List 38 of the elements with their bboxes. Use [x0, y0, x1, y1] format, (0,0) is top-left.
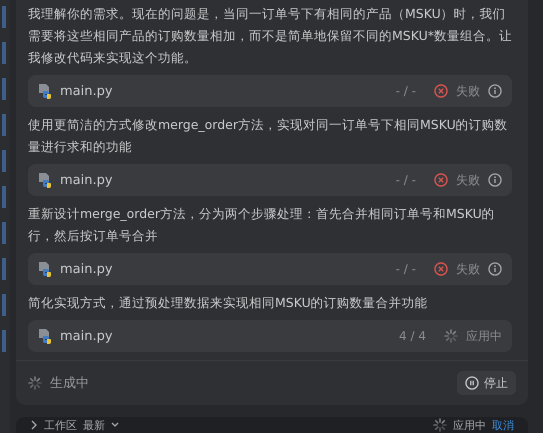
message-text: 使用更简洁的方式修改merge_order方法，实现对同一订单号下相同MSKU的订购数量进行求和的功能 [28, 116, 509, 156]
generating-status: 生成中 [50, 375, 90, 392]
message-text: 简化实现方式，通过预处理数据来实现相同MSKU的订购数量合并功能 [28, 294, 429, 312]
file-name: main.py [60, 328, 114, 344]
file-change-card[interactable]: main.py - / - 失败 [28, 164, 512, 196]
file-change-card[interactable]: main.py - / - 失败 [28, 253, 512, 285]
loading-icon [433, 418, 447, 432]
file-name: main.py [60, 262, 114, 276]
python-file-icon [38, 83, 52, 99]
status-label: 失败 [456, 82, 480, 100]
cancel-link[interactable]: 取消 [492, 418, 514, 432]
chevron-icon[interactable] [30, 420, 38, 430]
info-icon[interactable] [488, 262, 502, 276]
file-change-card[interactable]: main.py 4 / 4 应用中 [28, 320, 512, 352]
version-dropdown[interactable]: 最新 [83, 418, 105, 432]
file-name: main.py [60, 84, 114, 98]
message-text: 我理解你的需求。现在的问题是，当同一订单号下有相同的产品（MSKU）时，我们需要将这些相同产品的订购数量相加，而不是简单地保留不同的MSKU*数量组合。让我修改代码来实现这个功能。 [28, 5, 512, 67]
file-name: main.py [60, 172, 114, 188]
python-file-icon [38, 261, 52, 277]
change-count: - / - [396, 84, 416, 98]
status-label: 失败 [456, 260, 480, 278]
change-count: - / - [396, 173, 416, 187]
status-label: 应用中 [466, 328, 502, 344]
loading-icon [28, 376, 42, 390]
info-icon[interactable] [488, 84, 502, 98]
workspace-title: 工作区 [44, 418, 77, 432]
info-icon[interactable] [488, 173, 502, 187]
file-change-card[interactable]: main.py - / - 失败 [28, 75, 512, 107]
change-count: - / - [396, 262, 416, 276]
status-label: 失败 [456, 172, 480, 188]
workspace-status: 应用中 [453, 418, 486, 432]
python-file-icon [38, 172, 52, 188]
python-file-icon [38, 328, 52, 344]
pause-icon [465, 376, 479, 390]
message-text: 重新设计merge_order方法，分为两个步骤处理：首先合并相同订单号和MSKU的行，然后按订单号合并 [28, 205, 496, 245]
stop-button[interactable]: 停止 [457, 371, 516, 396]
caret-icon [111, 422, 119, 428]
change-count: 4 / 4 [399, 329, 426, 343]
